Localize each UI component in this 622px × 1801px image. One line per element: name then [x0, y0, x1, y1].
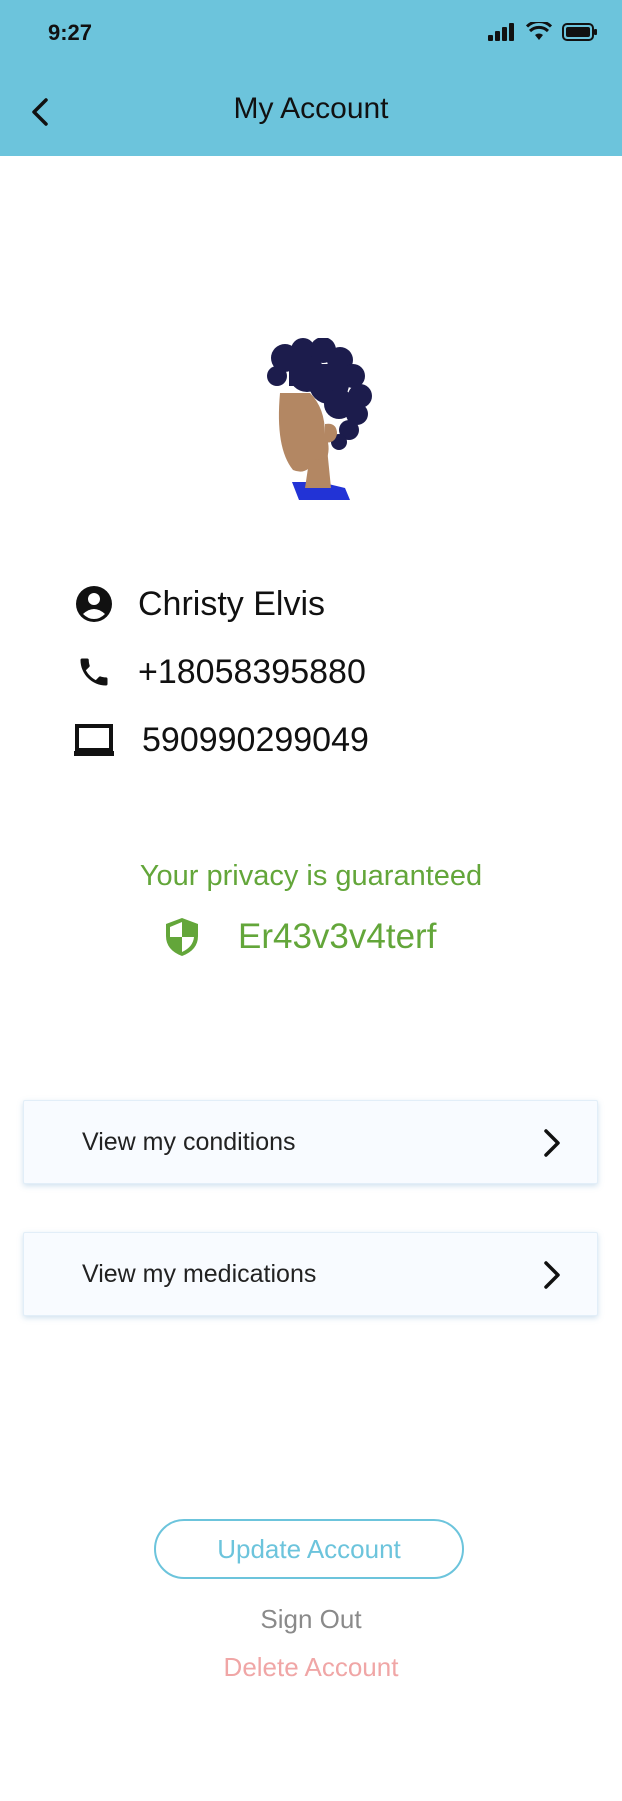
delete-account-link[interactable]: Delete Account	[0, 1652, 622, 1683]
chevron-right-icon	[544, 1129, 560, 1157]
profile-name: Christy Elvis	[138, 584, 326, 623]
privacy-title: Your privacy is guaranteed	[139, 860, 483, 892]
battery-icon	[562, 23, 597, 41]
shield-icon	[166, 918, 198, 956]
wifi-icon	[526, 22, 552, 40]
profile-phone-row: +18058395880	[74, 652, 366, 692]
chevron-right-icon	[544, 1261, 560, 1289]
page-title: My Account	[233, 92, 389, 125]
laptop-icon	[74, 720, 114, 760]
phone-icon	[74, 652, 114, 692]
account-circle-icon	[74, 584, 114, 624]
view-medications-button[interactable]: View my medications	[23, 1232, 598, 1316]
profile-id-number: 590990299049	[142, 720, 369, 759]
view-medications-label: View my medications	[82, 1260, 317, 1288]
view-conditions-button[interactable]: View my conditions	[23, 1100, 598, 1184]
privacy-code-row: Er43v3v4terf	[164, 916, 436, 958]
status-time: 9:27	[48, 20, 93, 45]
sign-out-link[interactable]: Sign Out	[0, 1604, 622, 1635]
app-header: 9:27 My Account	[0, 0, 622, 156]
profile-phone: +18058395880	[138, 652, 366, 691]
update-account-button[interactable]: Update Account	[154, 1519, 464, 1579]
profile-name-row: Christy Elvis	[74, 584, 325, 624]
status-icons	[488, 22, 598, 42]
privacy-code: Er43v3v4terf	[238, 917, 437, 956]
avatar	[267, 338, 372, 500]
profile-id-row: 590990299049	[74, 720, 369, 760]
signal-icon	[488, 23, 514, 41]
view-conditions-label: View my conditions	[82, 1128, 296, 1156]
